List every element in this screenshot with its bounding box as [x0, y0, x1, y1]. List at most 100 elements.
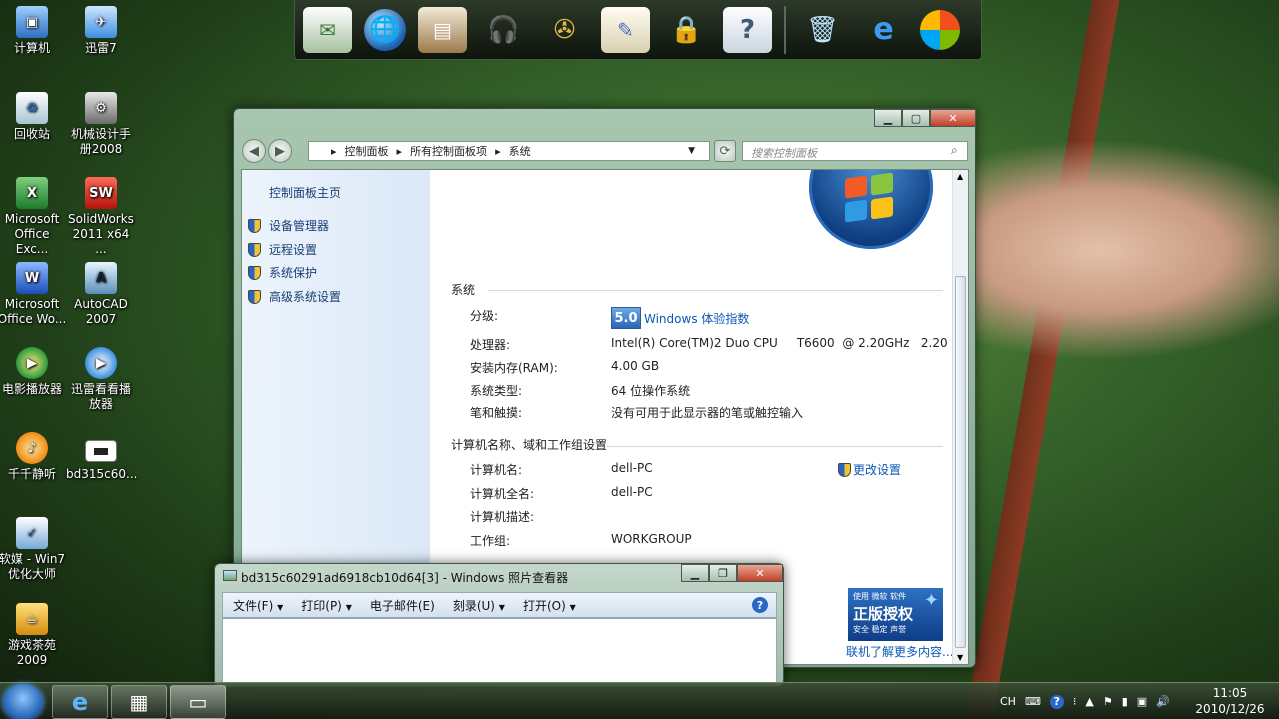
windows-logo — [809, 170, 933, 249]
window-controls: ▁ ❐ ✕ — [681, 564, 783, 582]
system-protection-link[interactable]: 系统保护 — [248, 264, 317, 281]
maximize-button[interactable]: ▢ — [902, 109, 930, 127]
volume-icon[interactable]: 🔊 — [1156, 695, 1170, 708]
language-indicator[interactable]: CH — [1000, 695, 1016, 708]
experience-index-badge[interactable]: 5.0 — [611, 307, 641, 329]
menu-file[interactable]: 文件(F) ▼ — [233, 597, 283, 614]
search-input[interactable]: 搜索控制面板 — [742, 141, 968, 161]
desktop-icon-movie-player[interactable]: ▶ 电影播放器 — [0, 347, 67, 397]
film-reel-icon[interactable]: ✇ — [540, 7, 589, 53]
rating-label: 分级: — [470, 309, 499, 323]
safely-remove-icon[interactable]: ▮ — [1122, 695, 1128, 708]
taskbar-control-panel-button[interactable]: ▦ — [111, 685, 167, 719]
help-tray-icon[interactable]: ? — [1049, 694, 1064, 709]
windows-flag-icon[interactable] — [920, 9, 960, 50]
vertical-scrollbar[interactable]: ▲ ▼ — [952, 170, 968, 664]
experience-index-link[interactable]: Windows 体验指数 — [644, 310, 749, 327]
desktop-icon-excel[interactable]: X Microsoft Office Exc... — [0, 177, 67, 257]
breadcrumb[interactable]: ▸ 控制面板 ▸ 所有控制面板项 ▸ 系统 ▼ — [308, 141, 710, 161]
menu-open[interactable]: 打开(O) ▼ — [523, 597, 576, 614]
desktop-icon-word[interactable]: W Microsoft Office Wo... — [0, 262, 67, 327]
excel-icon: X — [16, 177, 48, 209]
close-button[interactable]: ✕ — [930, 109, 976, 127]
refresh-button[interactable]: ⟳ — [714, 140, 736, 162]
restore-button[interactable]: ❐ — [709, 564, 737, 582]
help-icon[interactable]: ? — [752, 597, 768, 613]
keyboard-icon[interactable]: ⌨ — [1025, 695, 1041, 708]
start-button[interactable] — [3, 684, 43, 719]
clock-date: 2010/12/26 — [1195, 702, 1265, 716]
scrollbar-thumb[interactable] — [955, 276, 966, 648]
change-settings-label: 更改设置 — [853, 463, 902, 477]
forward-button[interactable]: ▶ — [268, 139, 292, 163]
menu-print[interactable]: 打印(P) ▼ — [301, 597, 352, 614]
genuine-software-badge[interactable]: 使用 微软 软件 正版授权 安全 稳定 声誉 ✦ — [848, 588, 943, 641]
ram-value: 4.00 GB — [611, 359, 660, 373]
breadcrumb-item[interactable]: 所有控制面板项 — [410, 143, 487, 159]
ttplayer-icon: ♪ — [16, 432, 48, 464]
desktop-icon-mech-manual[interactable]: ⚙ 机械设计手册2008 — [66, 92, 136, 157]
photos-icon[interactable]: ▤ — [418, 6, 467, 53]
logo-pane — [871, 172, 893, 196]
desktop-icon-thunder[interactable]: ✈ 迅雷7 — [66, 6, 136, 56]
close-button[interactable]: ✕ — [737, 564, 783, 582]
taskbar-ie-button[interactable]: e — [52, 685, 108, 719]
input-settings-icon[interactable]: ⁝ — [1073, 695, 1077, 708]
breadcrumb-item[interactable]: 系统 — [509, 143, 531, 159]
desktop-icon-label: 软媒 - Win7优化大师 — [0, 552, 66, 581]
desktop-icon-computer[interactable]: ▣ 计算机 — [0, 6, 67, 56]
menu-label: 刻录(U) — [452, 598, 495, 613]
desktop-icon-ttplayer[interactable]: ♪ 千千静听 — [0, 432, 67, 482]
chevron-down-icon[interactable]: ▼ — [688, 146, 695, 156]
photo-viewer-window: bd315c60291ad6918cb10d64[3] - Windows 照片… — [214, 563, 784, 687]
internet-explorer-icon[interactable]: e — [859, 7, 908, 53]
section-divider — [488, 290, 943, 291]
desktop-icon-game-garden[interactable]: ☕ 游戏茶苑2009 — [0, 603, 67, 668]
help-icon[interactable]: ? — [723, 6, 772, 53]
remote-settings-link[interactable]: 远程设置 — [248, 241, 317, 258]
desktop-icon-solidworks[interactable]: SW SolidWorks 2011 x64 ... — [66, 177, 136, 257]
menu-email[interactable]: 电子邮件(E) — [370, 597, 435, 614]
photo-canvas — [222, 618, 777, 684]
section-divider — [607, 446, 943, 447]
scroll-down-icon[interactable]: ▼ — [957, 653, 963, 662]
menu-burn[interactable]: 刻录(U) ▼ — [453, 597, 505, 614]
control-panel-home-link[interactable]: 控制面板主页 — [269, 184, 341, 201]
processor-label: 处理器: — [470, 338, 511, 352]
recycle-bin-dock-icon[interactable]: 🗑 — [798, 7, 847, 53]
ram-label: 安装内存(RAM): — [470, 361, 558, 375]
mech-manual-icon: ⚙ — [85, 92, 117, 124]
desktop-icon-recycle-bin[interactable]: ♻ 回收站 — [0, 92, 67, 142]
show-hidden-icons[interactable]: ▲ — [1085, 695, 1093, 708]
change-settings-link[interactable]: 更改设置 — [838, 461, 901, 478]
notes-icon[interactable]: ✎ — [601, 6, 650, 53]
win7-optimizer-icon: ✓ — [16, 517, 48, 549]
search-icon[interactable]: ⌕ — [951, 143, 958, 158]
scroll-up-icon[interactable]: ▲ — [957, 172, 963, 181]
globe-icon[interactable]: 🌐 — [364, 8, 406, 51]
network-icon[interactable]: ▣ — [1137, 695, 1147, 708]
clock[interactable]: 11:05 2010/12/26 — [1190, 685, 1270, 717]
task-link-label: 设备管理器 — [269, 219, 330, 233]
minimize-button[interactable]: ▁ — [874, 109, 902, 127]
minimize-button[interactable]: ▁ — [681, 564, 709, 582]
desktop-icon-image-file[interactable]: bd315c60... — [66, 432, 137, 482]
desktop-icon-autocad[interactable]: A AutoCAD 2007 — [66, 262, 136, 327]
genuine-top-text: 使用 微软 软件 — [853, 592, 907, 601]
full-name-label: 计算机全名: — [470, 487, 535, 501]
shield-icon — [248, 242, 261, 257]
taskbar-photo-viewer-button[interactable]: ▭ — [170, 685, 226, 719]
back-button[interactable]: ◀ — [242, 139, 266, 163]
learn-more-link[interactable]: 联机了解更多内容... — [846, 643, 953, 660]
window-controls: ▁ ▢ ✕ — [874, 109, 976, 127]
headphones-icon[interactable]: 🎧 — [479, 7, 528, 53]
breadcrumb-item[interactable]: 控制面板 — [345, 143, 389, 159]
lock-icon[interactable]: 🔒 — [662, 7, 711, 53]
mail-icon[interactable]: ✉ — [303, 6, 352, 53]
desktop-icon-win7-optimizer[interactable]: ✓ 软媒 - Win7优化大师 — [0, 517, 67, 582]
desktop-icon-xunlei-player[interactable]: ▶ 迅雷看看播放器 — [66, 347, 136, 412]
solidworks-icon: SW — [85, 177, 117, 209]
action-center-flag-icon[interactable]: ⚑ — [1103, 695, 1113, 708]
device-manager-link[interactable]: 设备管理器 — [248, 217, 329, 234]
advanced-system-settings-link[interactable]: 高级系统设置 — [248, 288, 341, 305]
